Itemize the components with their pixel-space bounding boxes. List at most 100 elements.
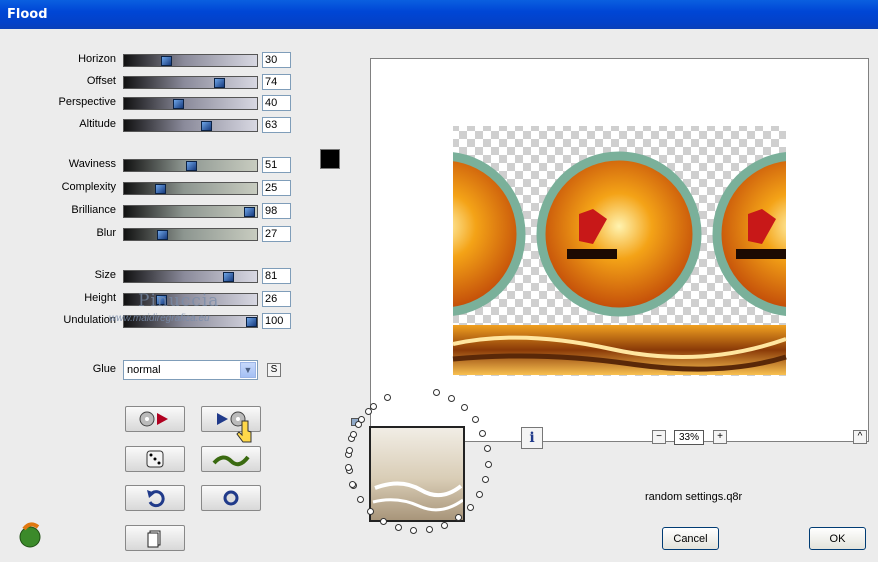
navigator-dot[interactable] [395,524,402,531]
slider-thumb[interactable] [186,161,197,171]
navigator-dot[interactable] [384,394,391,401]
slider-label-undulation: Undulation [63,314,116,326]
slider-value-horizon[interactable]: 30 [262,52,291,68]
glue-select-value: normal [127,364,161,376]
slider-altitude[interactable] [123,119,258,132]
navigator-dot[interactable] [455,514,462,521]
navigator-dot[interactable] [358,416,365,423]
collapse-button[interactable]: ^ [853,430,867,444]
slider-thumb[interactable] [155,184,166,194]
slider-thumb[interactable] [161,56,172,66]
navigator-dot[interactable] [345,464,352,471]
slider-value-offset[interactable]: 74 [262,74,291,90]
navigator-dot[interactable] [461,404,468,411]
slider-value-brilliance[interactable]: 98 [262,203,291,219]
preview-image [371,126,868,376]
navigator-dot[interactable] [441,522,448,529]
slider-label-altitude: Altitude [79,118,116,130]
glue-s-button[interactable]: S [267,363,281,377]
slider-thumb[interactable] [244,207,255,217]
copy-button[interactable] [125,525,185,551]
slider-complexity[interactable] [123,182,258,195]
glue-select[interactable]: normal ▼ [123,360,258,380]
navigator-dot[interactable] [479,430,486,437]
default-button[interactable] [201,485,261,511]
slider-thumb[interactable] [173,99,184,109]
watermark-name: Pinuccia [138,291,220,311]
slider-label-brilliance: Brilliance [71,204,116,216]
color-swatch[interactable] [320,149,340,169]
slider-thumb[interactable] [223,272,234,282]
watermark-site: www.maidiregrafica.eu [109,313,210,324]
slider-value-altitude[interactable]: 63 [262,117,291,133]
slider-label-size: Size [94,269,116,281]
preview-panel[interactable] [370,58,869,442]
info-button[interactable]: i [521,427,543,449]
slider-value-perspective[interactable]: 40 [262,95,291,111]
disc-arrow-icon [139,411,168,427]
slider-label-perspective: Perspective [58,96,116,108]
navigator-thumbnail[interactable] [369,426,465,522]
slider-horizon[interactable] [123,54,258,67]
navigator-dot[interactable] [472,416,479,423]
slider-waviness[interactable] [123,159,258,172]
navigator-dot[interactable] [367,508,374,515]
navigator-dot[interactable] [485,461,492,468]
ok-button[interactable]: OK [809,527,866,550]
zoom-in-button[interactable]: + [713,430,727,444]
slider-value-waviness[interactable]: 51 [262,157,291,173]
navigator-dot[interactable] [484,445,491,452]
undo-icon [147,490,165,508]
slider-thumb[interactable] [157,230,168,240]
slider-brilliance[interactable] [123,205,258,218]
chevron-down-icon[interactable]: ▼ [240,362,256,378]
slider-value-blur[interactable]: 27 [262,226,291,242]
slider-thumb[interactable] [201,121,212,131]
navigator-dot[interactable] [410,527,417,534]
navigator-dot[interactable] [467,504,474,511]
navigator-dot[interactable] [448,395,455,402]
navigator-dot[interactable] [346,447,353,454]
slider-value-height[interactable]: 26 [262,291,291,307]
plugin-logo-icon [16,521,44,549]
random-settings-label: random settings.q8r [645,491,743,503]
load-preset-button[interactable] [125,406,185,432]
slider-value-size[interactable]: 81 [262,268,291,284]
slider-label-complexity: Complexity [61,181,116,193]
slider-thumb[interactable] [246,317,257,327]
slider-offset[interactable] [123,76,258,89]
navigator-dot[interactable] [370,403,377,410]
slider-value-undulation[interactable]: 100 [262,313,291,329]
document-icon [147,530,161,548]
navigator-dot[interactable] [380,518,387,525]
slider-value-complexity[interactable]: 25 [262,180,291,196]
hand-cursor-icon [236,419,252,445]
navigator-dot[interactable] [482,476,489,483]
slider-label-blur: Blur [96,227,116,239]
randomize-button[interactable] [125,446,185,472]
glue-label: Glue [92,363,116,375]
slider-label-horizon: Horizon [78,53,116,65]
wave-mode-button[interactable] [201,446,261,472]
navigator-dot[interactable] [426,526,433,533]
navigator-dot[interactable] [349,481,356,488]
navigator-dot[interactable] [433,389,440,396]
cancel-button[interactable]: Cancel [662,527,719,550]
slider-label-waviness: Waviness [68,158,116,170]
slider-size[interactable] [123,270,258,283]
slider-label-height: Height [84,292,116,304]
zoom-level[interactable]: 33% [674,430,704,445]
reset-button[interactable] [125,485,185,511]
window-title: Flood [7,7,48,22]
navigator-dot[interactable] [357,496,364,503]
title-bar: Flood [0,0,878,29]
navigator-dot[interactable] [476,491,483,498]
slider-blur[interactable] [123,228,258,241]
slider-thumb[interactable] [214,78,225,88]
zoom-out-button[interactable]: − [652,430,666,444]
navigator-dot[interactable] [350,431,357,438]
circle-icon [223,490,239,506]
wave-icon [212,455,250,467]
slider-perspective[interactable] [123,97,258,110]
dialog-body: Horizon 30 Offset 74 Perspective 40 Altitude 63… [0,29,878,562]
